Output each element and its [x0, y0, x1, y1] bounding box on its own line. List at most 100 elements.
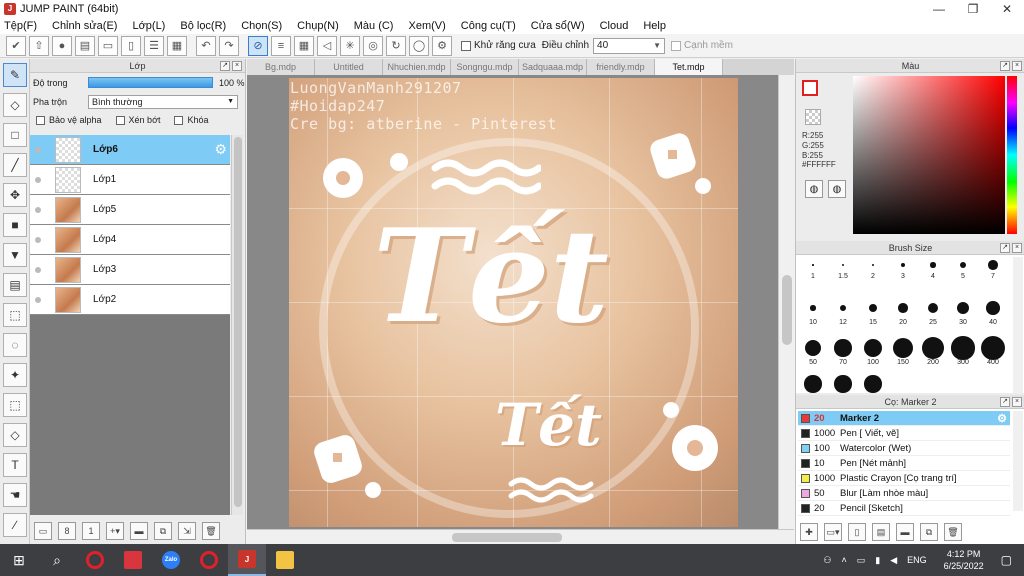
select-pen-icon[interactable]: ⬚	[3, 393, 27, 417]
add-brush-icon[interactable]: ✚	[800, 523, 818, 541]
snap-parallel-icon[interactable]: ≡	[271, 35, 291, 56]
windows-start-icon[interactable]: ⊞	[0, 544, 38, 576]
brush-size-option[interactable]: 40	[978, 297, 1008, 326]
duplicate-layer-icon[interactable]: ⧉	[154, 522, 172, 540]
visibility-toggle-icon[interactable]	[35, 206, 41, 213]
brush-size-option[interactable]: 3	[888, 257, 918, 280]
snap-circle-icon[interactable]: ◎	[363, 35, 383, 56]
scroll-thumb[interactable]	[782, 275, 792, 345]
menu-help[interactable]: Help	[643, 20, 666, 32]
text-tool-icon[interactable]: T	[3, 453, 27, 477]
transparent-swatch[interactable]	[805, 109, 821, 125]
maximize-button[interactable]: ❐	[956, 0, 990, 17]
brush-import-icon[interactable]: ▤	[872, 523, 890, 541]
menu-layer[interactable]: Lớp(L)	[132, 20, 165, 32]
folder-icon[interactable]: ▬	[130, 522, 148, 540]
document-tab[interactable]: Bg.mdp	[247, 59, 315, 75]
clock[interactable]: 4:12 PM 6/25/2022	[937, 548, 991, 572]
document-tab[interactable]: Songngu.mdp	[451, 59, 519, 75]
file-explorer-icon[interactable]	[266, 544, 304, 576]
eraser-tool-icon[interactable]: ◇	[3, 93, 27, 117]
undock-icon[interactable]: ↗	[1000, 243, 1010, 253]
menu-cloud[interactable]: Cloud	[600, 20, 629, 32]
menu-color[interactable]: Màu (C)	[354, 20, 394, 32]
layer-row[interactable]: Lớp4	[30, 225, 230, 255]
scroll-thumb[interactable]	[234, 137, 242, 507]
undo-icon[interactable]: ↶	[196, 35, 216, 56]
settings-list-icon[interactable]: ☰	[144, 35, 164, 56]
visibility-toggle-icon[interactable]	[35, 296, 41, 303]
brush-size-option[interactable]: 20	[888, 297, 918, 326]
zalo-icon[interactable]: Zalo	[152, 544, 190, 576]
search-icon[interactable]: ⌕	[38, 544, 76, 576]
primary-color-swatch[interactable]	[802, 80, 818, 96]
checkbox-box[interactable]	[671, 40, 682, 51]
protect-alpha-checkbox[interactable]: Bảo vệ alpha	[36, 115, 102, 125]
document-tab[interactable]: Sadquaaa.mdp	[519, 59, 587, 75]
jump-paint-taskbar-icon[interactable]: J	[228, 544, 266, 576]
canvas-vertical-scrollbar[interactable]	[778, 75, 794, 529]
brush-size-option[interactable]: 25	[918, 297, 948, 326]
visibility-toggle-icon[interactable]	[35, 236, 41, 243]
add-layer-menu-icon[interactable]: +▾	[106, 522, 124, 540]
palette-settings-icon[interactable]: ◍	[828, 180, 846, 198]
brush-size-option[interactable]: 4	[918, 257, 948, 280]
snap-settings-icon[interactable]: ⚙	[432, 35, 452, 56]
brush-size-option[interactable]: 300	[948, 336, 978, 366]
opera-icon[interactable]	[190, 544, 228, 576]
line-tool-icon[interactable]: ╱	[3, 153, 27, 177]
trash-icon[interactable]: 🗑	[202, 522, 220, 540]
shape-fill-icon[interactable]: ■	[3, 213, 27, 237]
new-8bit-layer-icon[interactable]: 8	[58, 522, 76, 540]
cloud-sync-icon[interactable]: ✔	[6, 35, 26, 56]
canvas-horizontal-scrollbar[interactable]	[247, 529, 794, 544]
brush-list-item[interactable]: 20 Marker 2 ⚙	[798, 411, 1010, 426]
document-tab[interactable]: friendly.mdp	[587, 59, 655, 75]
blend-mode-select[interactable]: Bình thường ▼	[88, 94, 238, 109]
marquee-icon[interactable]: ⬚	[3, 303, 27, 327]
soft-edge-checkbox[interactable]: Cạnh mềm	[671, 40, 733, 51]
brush-size-option[interactable]: 50	[798, 337, 828, 366]
bucket-fill-icon[interactable]: ▼	[3, 243, 27, 267]
snap-off-icon[interactable]: ⊘	[248, 35, 268, 56]
brush-size-option[interactable]: 150	[888, 337, 918, 366]
new-layer-icon[interactable]: ▭	[34, 522, 52, 540]
brush-tool-icon[interactable]: ✎	[3, 63, 27, 87]
hue-slider[interactable]	[1007, 76, 1017, 234]
brush-size-option[interactable]	[828, 373, 858, 395]
document-tab[interactable]: Tet.mdp	[655, 59, 723, 75]
layer-row[interactable]: Lớp3	[30, 255, 230, 285]
brush-size-option[interactable]: 12	[828, 297, 858, 326]
visibility-toggle-icon[interactable]	[35, 266, 41, 273]
layer-scrollbar[interactable]	[231, 135, 243, 515]
undock-icon[interactable]: ↗	[220, 61, 230, 71]
comment-icon[interactable]: ●	[52, 35, 72, 56]
notification-icon[interactable]: ▢	[1001, 553, 1012, 567]
eyedropper-icon[interactable]: ∕	[3, 513, 27, 537]
layer-row[interactable]: Lớp5	[30, 195, 230, 225]
close-icon[interactable]: ×	[1012, 243, 1022, 253]
menu-edit[interactable]: Chỉnh sửa(E)	[52, 20, 117, 32]
brush-list-item[interactable]: 1000 Plastic Crayon [Cọ trang trí]	[798, 471, 1010, 486]
menu-filter[interactable]: Bộ lọc(R)	[180, 20, 226, 32]
saturation-value-picker[interactable]	[853, 76, 1005, 234]
brush-size-option[interactable]: 100	[858, 337, 888, 366]
brush-size-option[interactable]: 200	[918, 337, 948, 366]
chevron-up-icon[interactable]: ˄	[841, 555, 846, 565]
page-icon[interactable]: ▭	[98, 35, 118, 56]
people-icon[interactable]: ⚇	[823, 555, 831, 566]
snap-radial-icon[interactable]: ✳	[340, 35, 360, 56]
layer-row[interactable]: Lớp2	[30, 285, 230, 315]
layer-row[interactable]: Lớp1	[30, 165, 230, 195]
undock-icon[interactable]: ↗	[1000, 61, 1010, 71]
new-1bit-layer-icon[interactable]: 1	[82, 522, 100, 540]
brush-size-option[interactable]: 1.5	[828, 257, 858, 280]
checkbox-box[interactable]	[36, 115, 45, 125]
checkbox-box[interactable]	[461, 40, 471, 51]
brush-size-option[interactable]: 1	[798, 257, 828, 280]
opacity-slider[interactable]	[88, 77, 213, 88]
brush-menu-icon[interactable]: ▭▾	[824, 523, 842, 541]
properties-icon[interactable]: ▦	[167, 35, 187, 56]
checkbox-box[interactable]	[115, 115, 125, 125]
gear-icon[interactable]: ⚙	[214, 141, 227, 158]
